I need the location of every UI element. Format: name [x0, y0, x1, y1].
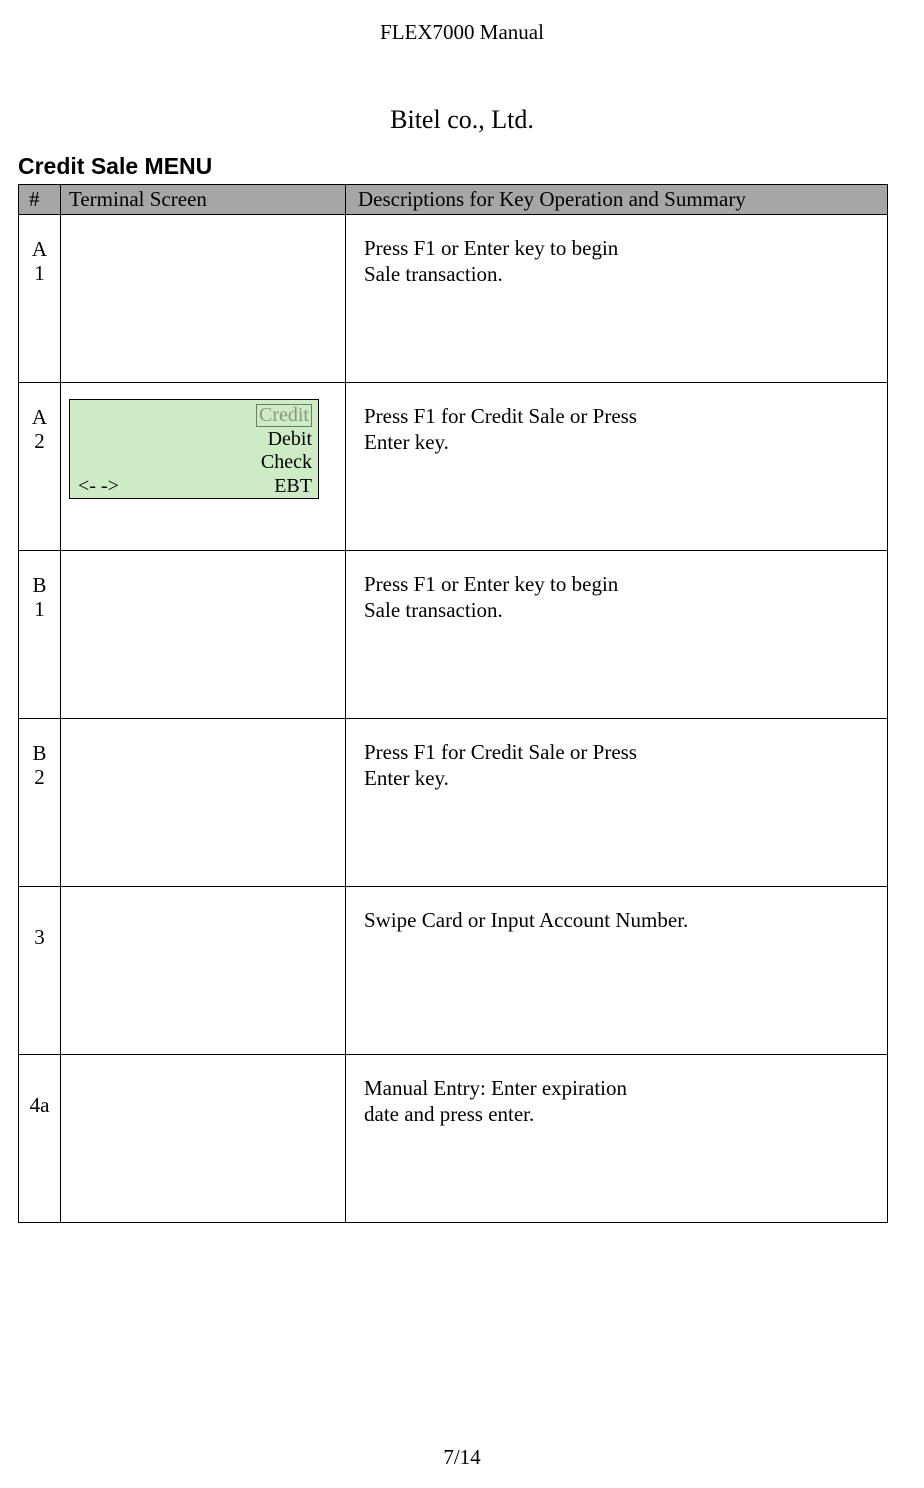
header-terminal: Terminal Screen	[61, 185, 346, 215]
num-digit: 3	[19, 925, 60, 949]
terminal-line: Debit	[78, 428, 312, 452]
desc-line: Press F1 for Credit Sale or Press	[364, 740, 637, 764]
company-name: Bitel co., Ltd.	[18, 105, 906, 135]
credit-sale-table: # Terminal Screen Descriptions for Key O…	[18, 184, 888, 1223]
desc-line: Press F1 or Enter key to begin	[364, 572, 618, 596]
terminal-cell	[61, 887, 346, 1055]
desc-cell: Manual Entry: Enter expiration date and …	[346, 1055, 888, 1223]
row-num: 4a	[19, 1055, 61, 1223]
desc-line: Sale transaction.	[364, 598, 503, 622]
desc-line: date and press enter.	[364, 1102, 534, 1126]
terminal-screen: Credit Debit Check <- -> EBT	[69, 399, 319, 499]
terminal-line: EBT	[274, 475, 312, 499]
num-digit: 2	[19, 765, 60, 789]
row-num: B 2	[19, 719, 61, 887]
num-digit: 2	[19, 429, 60, 453]
num-letter: B	[19, 741, 60, 765]
terminal-cell: Credit Debit Check <- -> EBT	[61, 383, 346, 551]
num-digit: 1	[19, 261, 60, 285]
terminal-line: Credit	[78, 404, 312, 428]
header-desc: Descriptions for Key Operation and Summa…	[346, 185, 888, 215]
terminal-cell	[61, 1055, 346, 1223]
desc-line: Press F1 for Credit Sale or Press	[364, 404, 637, 428]
desc-cell: Swipe Card or Input Account Number.	[346, 887, 888, 1055]
header-num: #	[19, 185, 61, 215]
desc-cell: Press F1 for Credit Sale or Press Enter …	[346, 719, 888, 887]
row-num: A 2	[19, 383, 61, 551]
terminal-nav-line: <- -> EBT	[78, 475, 312, 499]
nav-arrows: <- ->	[78, 475, 119, 499]
row-num: 3	[19, 887, 61, 1055]
num-letter: B	[19, 573, 60, 597]
desc-line: Swipe Card or Input Account Number.	[364, 908, 688, 932]
table-row: A 1 Press F1 or Enter key to begin Sale …	[19, 215, 888, 383]
desc-line: Press F1 or Enter key to begin	[364, 236, 618, 260]
num-digit: 1	[19, 597, 60, 621]
desc-line: Manual Entry: Enter expiration	[364, 1076, 627, 1100]
table-row: A 2 Credit Debit Check <- -> EBT Pr	[19, 383, 888, 551]
row-num: A 1	[19, 215, 61, 383]
row-num: B 1	[19, 551, 61, 719]
num-digit: 4a	[19, 1093, 60, 1117]
table-row: 4a Manual Entry: Enter expiration date a…	[19, 1055, 888, 1223]
desc-line: Enter key.	[364, 430, 449, 454]
terminal-cell	[61, 215, 346, 383]
desc-cell: Press F1 or Enter key to begin Sale tran…	[346, 551, 888, 719]
terminal-cell	[61, 719, 346, 887]
table-header-row: # Terminal Screen Descriptions for Key O…	[19, 185, 888, 215]
table-row: 3 Swipe Card or Input Account Number.	[19, 887, 888, 1055]
credit-selected: Credit	[256, 404, 312, 427]
desc-cell: Press F1 for Credit Sale or Press Enter …	[346, 383, 888, 551]
terminal-line: Check	[78, 451, 312, 475]
table-row: B 2 Press F1 for Credit Sale or Press En…	[19, 719, 888, 887]
num-letter: A	[19, 237, 60, 261]
desc-line: Enter key.	[364, 766, 449, 790]
page-number: 7/14	[0, 1445, 924, 1470]
num-letter: A	[19, 405, 60, 429]
terminal-cell	[61, 551, 346, 719]
table-row: B 1 Press F1 or Enter key to begin Sale …	[19, 551, 888, 719]
desc-cell: Press F1 or Enter key to begin Sale tran…	[346, 215, 888, 383]
section-title: Credit Sale MENU	[18, 153, 906, 180]
desc-line: Sale transaction.	[364, 262, 503, 286]
doc-header: FLEX7000 Manual	[18, 20, 906, 45]
